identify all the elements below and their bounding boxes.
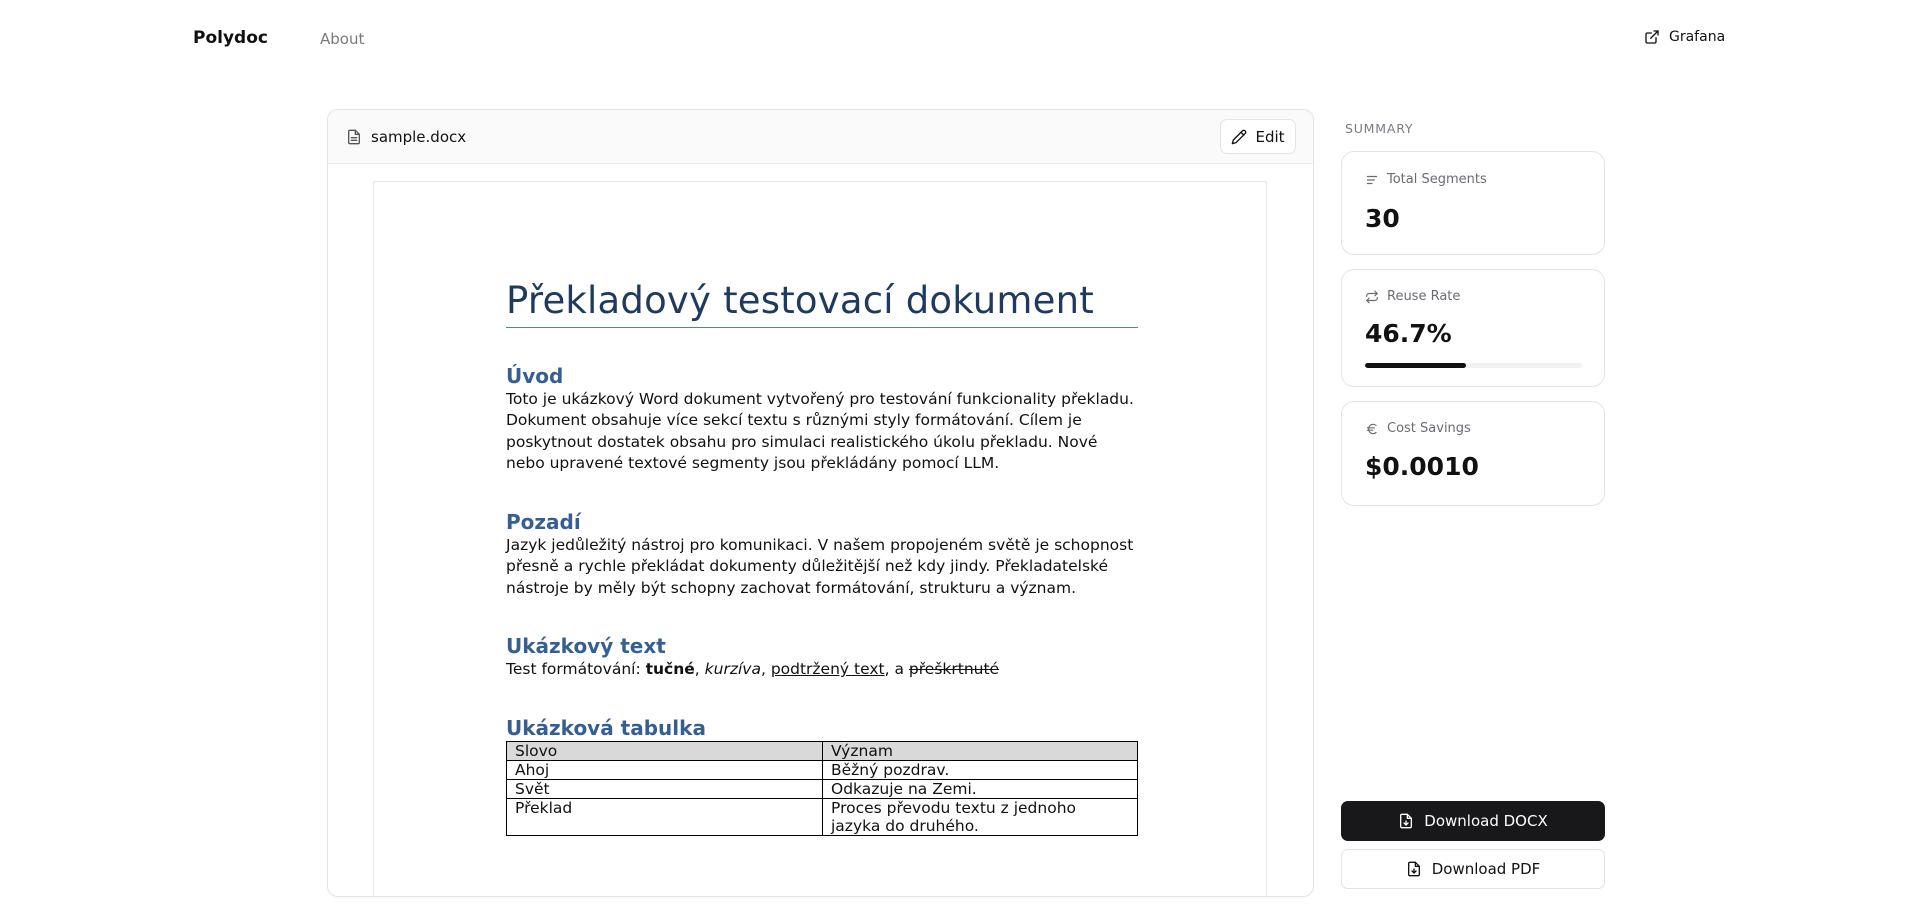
stat-value-reuse-rate: 46.7% xyxy=(1365,319,1452,348)
section-heading-sample: Ukázkový text xyxy=(506,634,666,659)
table-row: Ahoj Běžný pozdrav. xyxy=(506,759,1138,780)
sample-underline: podtržený text xyxy=(770,660,885,679)
stat-title-label: Total Segments xyxy=(1387,172,1487,187)
section-text-sample: Test formátování: tučné, kurzíva, podtrž… xyxy=(506,659,1138,681)
repeat-icon xyxy=(1366,290,1378,303)
list-icon xyxy=(1366,175,1378,184)
download-pdf-button[interactable]: Download PDF xyxy=(1341,849,1605,889)
stat-card-cost-savings: Cost Savings $0.0010 xyxy=(1341,401,1605,506)
external-link-icon xyxy=(1645,30,1659,44)
stat-title: Reuse Rate xyxy=(1365,289,1460,304)
document-viewer: sample.docx Edit Překladový testovací do… xyxy=(327,109,1314,897)
download-docx-label: Download DOCX xyxy=(1424,812,1548,830)
sample-table: Slovo Význam Ahoj Běžný pozdrav. Svět Od… xyxy=(506,740,1138,836)
stat-title-label: Cost Savings xyxy=(1387,421,1471,436)
stat-value-total-segments: 30 xyxy=(1365,204,1400,233)
stat-title: Cost Savings xyxy=(1365,421,1471,436)
table-header-cell: Význam xyxy=(822,740,1138,761)
download-pdf-label: Download PDF xyxy=(1431,860,1541,878)
table-header-row: Slovo Význam xyxy=(506,740,1138,761)
sample-separator: , a xyxy=(884,660,909,679)
summary-heading: SUMMARY xyxy=(1345,121,1414,136)
grafana-label: Grafana xyxy=(1669,29,1726,45)
table-cell: Odkazuje na Zemi. xyxy=(822,778,1138,799)
edit-button[interactable]: Edit xyxy=(1220,119,1296,154)
sample-strikethrough: přeškrtnuté xyxy=(908,660,1000,679)
document-title: Překladový testovací dokument xyxy=(506,279,1138,328)
stat-card-total-segments: Total Segments 30 xyxy=(1341,151,1605,255)
section-heading-table: Ukázková tabulka xyxy=(506,715,706,740)
sample-bold: tučné xyxy=(645,660,695,679)
table-cell: Běžný pozdrav. xyxy=(822,759,1138,780)
pencil-icon xyxy=(1232,129,1247,144)
stat-title: Total Segments xyxy=(1365,172,1487,187)
table-cell: Proces převodu textu z jednoho jazyka do… xyxy=(822,797,1138,836)
table-cell: Svět xyxy=(506,778,823,799)
section-text-intro: Toto je ukázkový Word dokument vytvořený… xyxy=(506,389,1134,473)
edit-label: Edit xyxy=(1255,127,1285,146)
table-row: Překlad Proces převodu textu z jednoho j… xyxy=(506,797,1138,836)
sample-separator: , xyxy=(694,660,705,679)
table-cell: Překlad xyxy=(506,797,823,836)
sample-separator: , xyxy=(760,660,771,679)
table-row: Svět Odkazuje na Zemi. xyxy=(506,778,1138,799)
document-page[interactable]: Překladový testovací dokument Úvod Toto … xyxy=(373,181,1267,896)
download-docx-button[interactable]: Download DOCX xyxy=(1341,801,1605,841)
section-heading-intro: Úvod xyxy=(506,363,564,388)
stat-title-label: Reuse Rate xyxy=(1387,289,1461,304)
sample-italic: kurzíva xyxy=(704,660,761,679)
file-download-icon xyxy=(1407,861,1420,877)
stat-card-reuse-rate: Reuse Rate 46.7% xyxy=(1341,269,1605,387)
document-filename: sample.docx xyxy=(371,127,467,146)
reuse-rate-progress-bar xyxy=(1365,363,1582,368)
file-download-icon xyxy=(1400,813,1413,829)
grafana-link[interactable]: Grafana xyxy=(1644,29,1725,45)
euro-icon xyxy=(1366,423,1377,434)
table-header-cell: Slovo xyxy=(506,740,823,761)
sample-prefix: Test formátování: xyxy=(506,660,646,679)
reuse-rate-progress-fill xyxy=(1365,363,1467,368)
stat-value-cost-savings: $0.0010 xyxy=(1365,452,1479,481)
nav-about-link[interactable]: About xyxy=(320,30,364,48)
section-text-background: Jazyk jedůležitý nástroj pro komunikaci.… xyxy=(506,535,1134,597)
file-text-icon xyxy=(348,129,360,144)
document-content: Překladový testovací dokument Úvod Toto … xyxy=(506,279,1138,836)
document-header: sample.docx Edit xyxy=(328,110,1313,164)
brand-logo[interactable]: Polydoc xyxy=(193,28,268,48)
table-cell: Ahoj xyxy=(506,759,823,780)
section-heading-background: Pozadí xyxy=(506,509,581,534)
